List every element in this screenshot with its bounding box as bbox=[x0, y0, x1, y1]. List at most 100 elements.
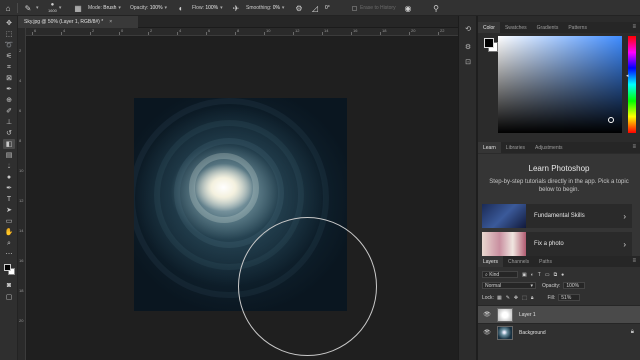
lock-artboard-icon[interactable]: ⬚ bbox=[522, 295, 527, 301]
filter-pixel-icon[interactable]: ▣ bbox=[522, 272, 527, 278]
dodge-tool-icon[interactable]: ● bbox=[3, 172, 15, 182]
smoothing-value: 0% bbox=[272, 5, 280, 11]
quick-mask-icon[interactable]: ◙ bbox=[3, 280, 15, 290]
ruler-tick-label: 2 bbox=[19, 48, 22, 53]
history-brush-tool-icon[interactable]: ↺ bbox=[3, 128, 15, 138]
adjust-panel-icon[interactable]: ⊡ bbox=[463, 57, 473, 67]
angle-icon[interactable]: ◿ bbox=[309, 2, 321, 14]
tab-gradients[interactable]: Gradients bbox=[532, 22, 564, 33]
tab-adjustments[interactable]: Adjustments bbox=[530, 142, 568, 153]
learn-card-fundamental-skills[interactable]: Fundamental Skills › bbox=[482, 204, 632, 228]
pressure-opacity-icon[interactable]: ◐ bbox=[175, 2, 187, 14]
foreground-swatch[interactable] bbox=[484, 38, 494, 48]
tab-patterns[interactable]: Patterns bbox=[563, 22, 592, 33]
lock-image-icon[interactable]: ✎ bbox=[506, 295, 510, 301]
visibility-eye-icon[interactable]: 👁︎ bbox=[481, 311, 493, 318]
smoothing-chevron-icon: ▾ bbox=[281, 5, 285, 11]
kind-filter-select[interactable]: ⌕ Kind bbox=[482, 271, 518, 278]
eraser-tool-preset-icon[interactable]: ✎ bbox=[22, 2, 34, 14]
type-tool-icon[interactable]: T bbox=[3, 194, 15, 204]
crop-tool-icon[interactable]: ⌗ bbox=[3, 62, 15, 72]
pen-tool-icon[interactable]: ✒ bbox=[3, 183, 15, 193]
move-tool-icon[interactable]: ✥ bbox=[3, 18, 15, 28]
ruler-tick-label: 16 bbox=[353, 28, 358, 33]
ruler-vertical[interactable]: 2 4 6 8 10 12 14 16 18 20 bbox=[18, 28, 26, 360]
canvas-area[interactable] bbox=[27, 37, 476, 360]
lasso-tool-icon[interactable]: ➰ bbox=[3, 40, 15, 50]
quick-selection-tool-icon[interactable]: ⚟ bbox=[3, 51, 15, 61]
tab-layers[interactable]: Layers bbox=[478, 256, 504, 267]
lock-transparent-icon[interactable]: ▦ bbox=[497, 295, 502, 301]
card-thumbnail bbox=[482, 232, 526, 256]
airbrush-icon[interactable]: ✈ bbox=[230, 2, 242, 14]
eyedropper-tool-icon[interactable]: ✒ bbox=[3, 84, 15, 94]
more-tools-icon[interactable]: ⋯ bbox=[3, 249, 15, 259]
tab-color[interactable]: Color bbox=[478, 22, 500, 33]
smoothing-control[interactable]: Smoothing: 0% ▾ bbox=[246, 0, 284, 16]
panel-menu-icon[interactable]: ≡ bbox=[632, 144, 636, 150]
lock-position-icon[interactable]: ✥ bbox=[514, 295, 518, 301]
home-icon[interactable]: ⌂ bbox=[2, 2, 14, 14]
ruler-horizontal[interactable]: 6 4 2 0 2 4 6 8 10 12 14 16 18 20 22 bbox=[26, 28, 476, 36]
preset-dropdown-chevron[interactable]: ▾ bbox=[34, 0, 39, 16]
marquee-tool-icon[interactable]: ⬚ bbox=[3, 29, 15, 39]
layer-opacity-label: Opacity: bbox=[542, 282, 561, 289]
panel-menu-icon[interactable]: ≡ bbox=[632, 24, 636, 30]
layer-row-background[interactable]: 👁︎ Background 🔒︎ bbox=[478, 323, 640, 341]
erase-to-history-checkbox[interactable]: Erase to History bbox=[352, 0, 396, 16]
frame-tool-icon[interactable]: ⊠ bbox=[3, 73, 15, 83]
layer-row-layer-1[interactable]: 👁︎ Layer 1 bbox=[478, 305, 640, 323]
document-tab[interactable]: Sky.jpg @ 50% (Layer 1, RGB/8#) * × bbox=[18, 16, 138, 28]
angle-field[interactable]: 0° bbox=[325, 0, 330, 16]
chevron-down-icon: ▾ bbox=[530, 282, 533, 289]
blur-tool-icon[interactable]: 💧︎ bbox=[3, 161, 15, 171]
zoom-tool-icon[interactable]: ⌕ bbox=[3, 238, 15, 248]
opacity-control[interactable]: Opacity: 100% ▾ bbox=[130, 0, 167, 16]
hue-slider-handle-icon[interactable]: ◂ bbox=[626, 73, 629, 79]
rectangle-tool-icon[interactable]: ▭ bbox=[3, 216, 15, 226]
lock-all-icon[interactable]: 🔒︎ bbox=[531, 295, 534, 301]
symmetry-icon[interactable]: ⚲ bbox=[430, 2, 442, 14]
layer-lock-icon[interactable]: 🔒︎ bbox=[631, 329, 634, 336]
tab-channels[interactable]: Channels bbox=[503, 256, 534, 267]
tab-libraries[interactable]: Libraries bbox=[501, 142, 530, 153]
filter-type-icon[interactable]: T bbox=[538, 272, 541, 278]
spot-healing-tool-icon[interactable]: ⊕ bbox=[3, 95, 15, 105]
history-panel-icon[interactable]: ⟲ bbox=[463, 24, 473, 34]
layer-filter-row: ⌕ Kind ▣ ◐ T ▭ ⧉ ● bbox=[478, 271, 640, 278]
filter-toggle-icon[interactable]: ● bbox=[561, 272, 564, 278]
flow-control[interactable]: Flow: 100% ▾ bbox=[192, 0, 223, 16]
blend-mode-select[interactable]: Normal ▾ bbox=[482, 282, 536, 289]
fill-field[interactable]: 51% bbox=[558, 294, 581, 301]
tab-learn[interactable]: Learn bbox=[478, 142, 501, 153]
visibility-eye-icon[interactable]: 👁︎ bbox=[481, 329, 493, 336]
learn-card-fix-a-photo[interactable]: Fix a photo › bbox=[482, 232, 632, 256]
hand-tool-icon[interactable]: ✋ bbox=[3, 227, 15, 237]
tab-swatches[interactable]: Swatches bbox=[500, 22, 532, 33]
brush-tool-icon[interactable]: ✐ bbox=[3, 106, 15, 116]
screen-mode-icon[interactable]: ▢ bbox=[3, 292, 15, 302]
ruler-tick-label: 2 bbox=[150, 28, 153, 33]
pressure-size-icon[interactable]: ◉ bbox=[402, 2, 414, 14]
eraser-tool-icon[interactable]: ◧ bbox=[3, 139, 15, 149]
panel-menu-icon[interactable]: ≡ bbox=[632, 258, 636, 264]
color-picker-ring[interactable] bbox=[608, 117, 614, 123]
tab-paths[interactable]: Paths bbox=[534, 256, 557, 267]
filter-shape-icon[interactable]: ▭ bbox=[545, 272, 550, 278]
path-selection-tool-icon[interactable]: ➤ bbox=[3, 205, 15, 215]
brush-size-picker[interactable]: ● 1600 ▾ bbox=[48, 0, 61, 16]
smoothing-settings-icon[interactable]: ⚙ bbox=[293, 2, 305, 14]
clone-stamp-tool-icon[interactable]: ⊥ bbox=[3, 117, 15, 127]
hue-slider[interactable] bbox=[628, 36, 636, 133]
brush-settings-icon[interactable]: ▦ bbox=[72, 2, 84, 14]
mode-select[interactable]: Mode: Brush ▾ bbox=[88, 0, 121, 16]
foreground-color-swatch[interactable] bbox=[4, 264, 11, 271]
gradient-tool-icon[interactable]: ▤ bbox=[3, 150, 15, 160]
filter-smart-object-icon[interactable]: ⧉ bbox=[554, 272, 558, 278]
layer-opacity-field[interactable]: 100% bbox=[563, 282, 586, 289]
properties-panel-icon[interactable]: ⚙ bbox=[463, 42, 473, 52]
filter-adjustment-icon[interactable]: ◐ bbox=[531, 272, 534, 278]
kind-label: Kind bbox=[489, 271, 500, 278]
close-tab-icon[interactable]: × bbox=[109, 19, 112, 25]
color-field[interactable] bbox=[498, 36, 622, 133]
